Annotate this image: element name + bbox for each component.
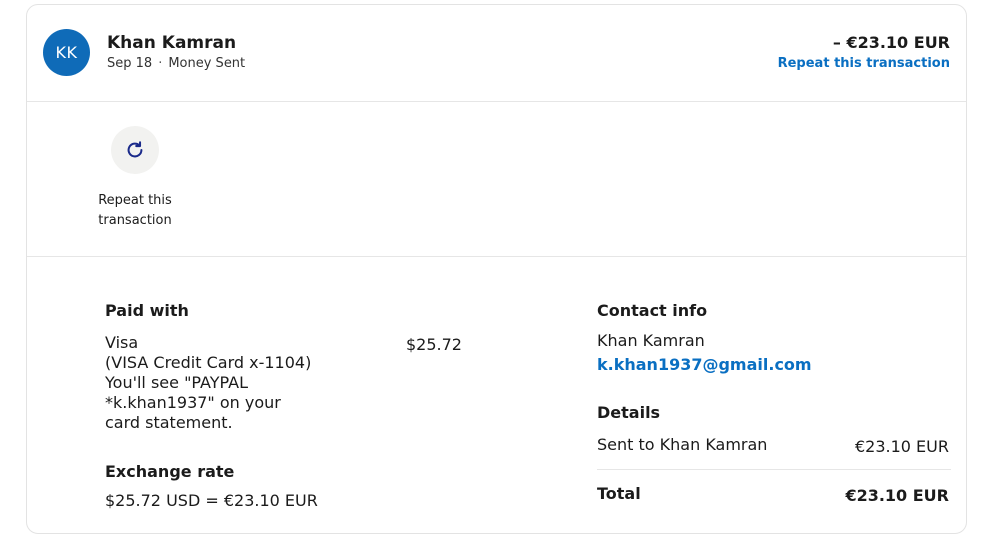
paid-with-line-2: (VISA Credit Card x-1104) — [105, 353, 312, 372]
refresh-icon — [127, 141, 143, 158]
exchange-rate-line: $25.72 USD = €23.10 EUR — [105, 491, 318, 510]
details-area: Paid with Visa (VISA Credit Card x-1104)… — [27, 258, 966, 533]
transaction-header: KK Khan Kamran Sep 18 · Money Sent – €23… — [27, 5, 966, 102]
recipient-name: Khan Kamran — [107, 33, 237, 53]
paid-with-line-1: Visa — [105, 333, 139, 352]
paid-with-line-3: You'll see "PAYPAL — [105, 373, 249, 392]
transaction-date: Sep 18 — [107, 56, 153, 71]
meta-separator: · — [158, 56, 163, 71]
repeat-transaction-label: Repeat this transaction — [98, 193, 172, 228]
exchange-rate-title: Exchange rate — [105, 462, 235, 481]
transaction-type: Money Sent — [168, 56, 246, 71]
contact-info-title: Contact info — [597, 301, 708, 320]
paid-with-title: Paid with — [105, 301, 189, 320]
transaction-amount: – €23.10 EUR — [832, 33, 950, 52]
details-divider — [597, 469, 951, 470]
paid-with-amount: $25.72 — [406, 335, 462, 354]
action-area: Repeat this transaction — [27, 102, 966, 257]
repeat-transaction-link[interactable]: Repeat this transaction — [778, 56, 950, 71]
total-label: Total — [597, 484, 641, 503]
total-amount: €23.10 EUR — [845, 486, 949, 505]
repeat-transaction-button[interactable]: Repeat this transaction — [85, 126, 185, 236]
paid-with-line-4: *k.khan1937" on your — [105, 393, 281, 412]
paid-with-line-5: card statement. — [105, 413, 233, 432]
transaction-meta: Sep 18 · Money Sent — [107, 56, 245, 71]
contact-email-link[interactable]: k.khan1937@gmail.com — [597, 355, 812, 375]
sent-to-amount: €23.10 EUR — [854, 437, 949, 456]
sent-to-label: Sent to Khan Kamran — [597, 435, 768, 454]
transaction-card: KK Khan Kamran Sep 18 · Money Sent – €23… — [26, 4, 967, 534]
contact-name: Khan Kamran — [597, 331, 705, 350]
avatar: KK — [43, 29, 90, 76]
repeat-icon-circle[interactable] — [111, 126, 159, 174]
details-title: Details — [597, 403, 661, 422]
